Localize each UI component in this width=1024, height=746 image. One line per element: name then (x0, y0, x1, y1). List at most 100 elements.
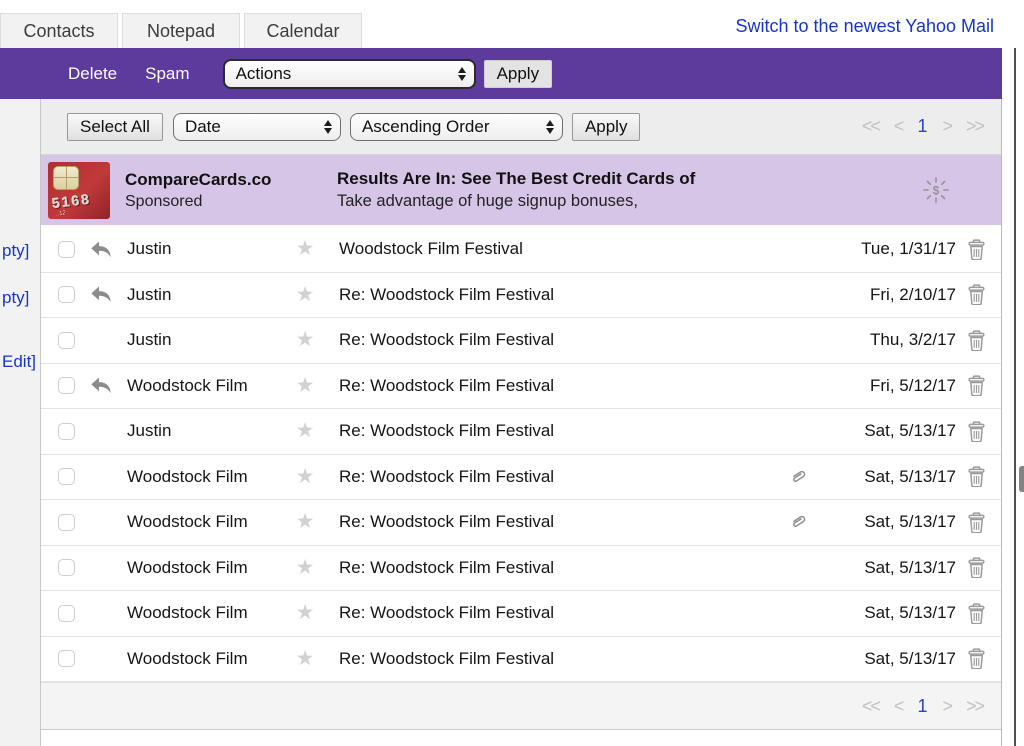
email-checkbox[interactable] (58, 241, 75, 258)
email-subject: Re: Woodstock Film Festival (339, 330, 788, 350)
email-checkbox[interactable] (58, 514, 75, 531)
page-number[interactable]: 1 (917, 696, 927, 717)
email-checkbox[interactable] (58, 332, 75, 349)
tab-notepad[interactable]: Notepad (122, 13, 240, 48)
select-stepper-icon (324, 120, 332, 134)
email-date: Fri, 2/10/17 (826, 285, 956, 305)
actions-select-value: Actions (236, 64, 450, 84)
email-checkbox[interactable] (58, 377, 75, 394)
email-subject: Re: Woodstock Film Festival (339, 603, 788, 623)
email-row[interactable]: Woodstock Film ★ Re: Woodstock Film Fest… (41, 455, 1001, 501)
email-row[interactable]: Justin ★ Re: Woodstock Film Festival Sat… (41, 409, 1001, 455)
sponsored-tag: Sponsored (125, 193, 337, 211)
star-icon[interactable]: ★ (296, 465, 315, 488)
email-date: Sat, 5/13/17 (826, 603, 956, 623)
email-sender: Woodstock Film (127, 558, 284, 578)
right-panel-edge (1014, 48, 1024, 746)
card-number-graphic: 5168 (51, 190, 92, 211)
email-date: Sat, 5/13/17 (826, 512, 956, 532)
card-number-small-graphic: ..12 (56, 210, 67, 217)
mail-list-panel: Select All Date Ascending Order Apply <<… (41, 99, 1002, 746)
last-page-button[interactable]: >> (966, 696, 983, 717)
sidebar-empty-link-fragment[interactable]: pty] (2, 288, 29, 308)
replied-arrow-icon (90, 241, 112, 258)
next-page-button[interactable]: > (942, 116, 951, 137)
trash-icon[interactable] (967, 330, 988, 351)
select-stepper-icon (458, 67, 466, 81)
sidebar-empty-link-fragment[interactable]: pty] (2, 241, 29, 261)
delete-button[interactable]: Delete (68, 64, 117, 84)
email-checkbox[interactable] (58, 650, 75, 667)
email-row[interactable]: Justin ★ Re: Woodstock Film Festival Fri… (41, 273, 1001, 319)
email-checkbox[interactable] (58, 468, 75, 485)
sponsored-email-row[interactable]: 5168 ..12 CompareCards.co Sponsored Resu… (41, 155, 1001, 227)
prev-page-button[interactable]: < (894, 696, 903, 717)
star-icon[interactable]: ★ (296, 283, 315, 306)
sort-apply-button[interactable]: Apply (572, 113, 641, 141)
pagination-bottom: << < 1 > >> (862, 696, 983, 717)
star-icon[interactable]: ★ (296, 601, 315, 624)
sort-field-select[interactable]: Date (173, 113, 341, 141)
trash-icon[interactable] (967, 284, 988, 305)
email-sender: Justin (127, 239, 284, 259)
trash-icon[interactable] (967, 557, 988, 578)
email-subject: Re: Woodstock Film Festival (339, 512, 788, 532)
email-sender: Woodstock Film (127, 603, 284, 623)
prev-page-button[interactable]: < (894, 116, 903, 137)
bottom-pagination-bar: << < 1 > >> (41, 682, 1001, 730)
star-icon[interactable]: ★ (296, 237, 315, 260)
first-page-button[interactable]: << (862, 116, 879, 137)
sponsored-subject: Results Are In: See The Best Credit Card… (337, 169, 913, 189)
trash-icon[interactable] (967, 375, 988, 396)
email-checkbox[interactable] (58, 559, 75, 576)
email-row[interactable]: Justin ★ Woodstock Film Festival Tue, 1/… (41, 227, 1001, 273)
trash-icon[interactable] (967, 648, 988, 669)
email-row[interactable]: Woodstock Film ★ Re: Woodstock Film Fest… (41, 364, 1001, 410)
select-all-button[interactable]: Select All (67, 113, 163, 141)
top-tab-bar: Contacts Notepad Calendar (0, 13, 362, 48)
email-sender: Justin (127, 285, 284, 305)
email-row[interactable]: Woodstock Film ★ Re: Woodstock Film Fest… (41, 637, 1001, 683)
email-row[interactable]: Woodstock Film ★ Re: Woodstock Film Fest… (41, 500, 1001, 546)
star-icon[interactable]: ★ (296, 374, 315, 397)
actions-select[interactable]: Actions (223, 59, 476, 89)
star-icon[interactable]: ★ (296, 556, 315, 579)
email-row[interactable]: Woodstock Film ★ Re: Woodstock Film Fest… (41, 591, 1001, 637)
credit-card-thumbnail: 5168 ..12 (48, 162, 110, 219)
tab-calendar[interactable]: Calendar (244, 13, 362, 48)
sidebar-edit-link-fragment[interactable]: Edit] (2, 352, 36, 372)
star-icon[interactable]: ★ (296, 510, 315, 533)
trash-icon[interactable] (967, 239, 988, 260)
pagination-top: << < 1 > >> (862, 116, 983, 137)
sort-order-select[interactable]: Ascending Order (350, 113, 563, 141)
email-checkbox[interactable] (58, 605, 75, 622)
star-icon[interactable]: ★ (296, 647, 315, 670)
email-date: Thu, 3/2/17 (826, 330, 956, 350)
star-icon[interactable]: ★ (296, 328, 315, 351)
trash-icon[interactable] (967, 512, 988, 533)
email-row[interactable]: Justin ★ Re: Woodstock Film Festival Thu… (41, 318, 1001, 364)
star-icon[interactable]: ★ (296, 419, 315, 442)
first-page-button[interactable]: << (862, 696, 879, 717)
actions-apply-button[interactable]: Apply (484, 60, 553, 88)
page-number[interactable]: 1 (917, 116, 927, 137)
spam-button[interactable]: Spam (145, 64, 189, 84)
email-sender: Woodstock Film (127, 376, 284, 396)
email-subject: Woodstock Film Festival (339, 239, 788, 259)
email-checkbox[interactable] (58, 286, 75, 303)
switch-to-newest-link[interactable]: Switch to the newest Yahoo Mail (736, 16, 994, 37)
next-page-button[interactable]: > (942, 696, 951, 717)
trash-icon[interactable] (967, 421, 988, 442)
sort-field-value: Date (185, 117, 316, 137)
tab-contacts[interactable]: Contacts (0, 13, 118, 48)
sponsored-subject-column: Results Are In: See The Best Credit Card… (337, 169, 913, 211)
trash-icon[interactable] (967, 603, 988, 624)
email-sender: Justin (127, 421, 284, 441)
trash-icon[interactable] (967, 466, 988, 487)
sort-toolbar: Select All Date Ascending Order Apply <<… (41, 99, 1001, 155)
last-page-button[interactable]: >> (966, 116, 983, 137)
right-panel-artifact (1019, 466, 1024, 492)
email-row[interactable]: Woodstock Film ★ Re: Woodstock Film Fest… (41, 546, 1001, 592)
email-checkbox[interactable] (58, 423, 75, 440)
attachment-icon (788, 512, 808, 532)
